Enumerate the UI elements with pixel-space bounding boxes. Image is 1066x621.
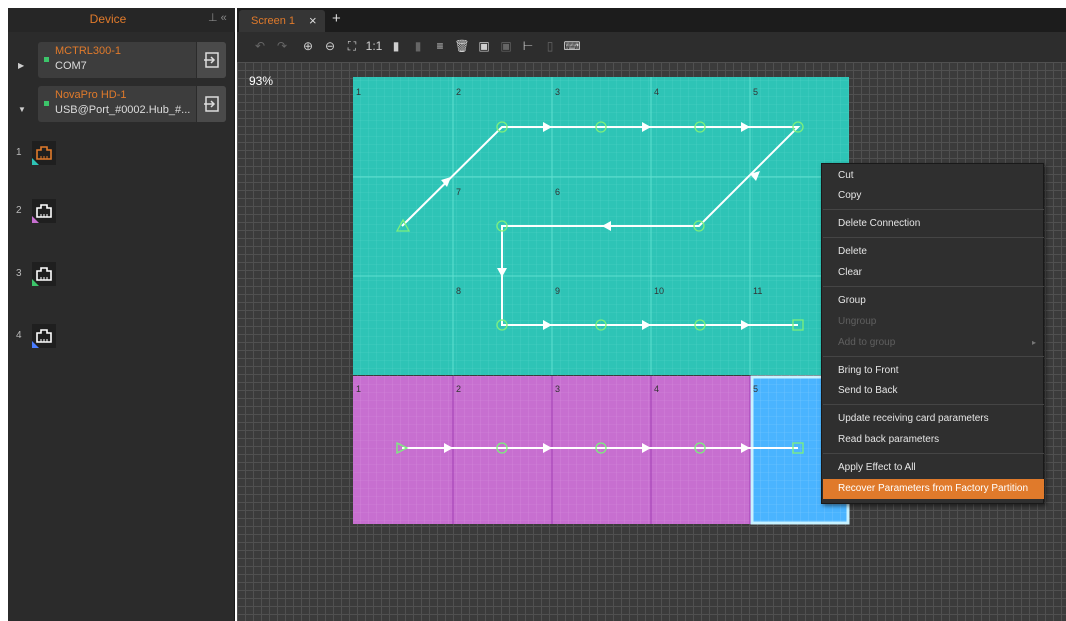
menu-item-delete-connection[interactable]: Delete Connection — [823, 214, 1044, 234]
menu-item-add-to-group[interactable]: Add to group — [823, 333, 1044, 353]
menu-item-apply-effect-to-all[interactable]: Apply Effect to All — [823, 458, 1044, 478]
cabinet-number: 2 — [456, 87, 461, 97]
menu-separator — [823, 237, 1044, 238]
menu-item-read-back[interactable]: Read back parameters — [823, 430, 1044, 450]
cabinet-number: 2 — [456, 384, 461, 394]
cabinet-number: 1 — [356, 87, 361, 97]
app-root: Device ⊥ « ▶ MCTRL300-1 COM7 ▼ NovaPro H… — [0, 0, 1066, 621]
cabinet-number: 4 — [654, 384, 659, 394]
cabinet-number: 3 — [555, 87, 560, 97]
menu-item-bring-to-front[interactable]: Bring to Front — [823, 361, 1044, 381]
menu-separator — [823, 286, 1044, 287]
menu-item-cut[interactable]: Cut — [823, 166, 1044, 186]
cabinet-number: 8 — [456, 286, 461, 296]
cabinet-number: 11 — [753, 286, 762, 296]
cabinet-number: 7 — [456, 187, 461, 197]
menu-separator — [823, 356, 1044, 357]
menu-separator — [823, 404, 1044, 405]
menu-separator — [823, 453, 1044, 454]
menu-item-ungroup[interactable]: Ungroup — [823, 312, 1044, 332]
menu-separator — [823, 209, 1044, 210]
menu-item-send-to-back[interactable]: Send to Back — [823, 381, 1044, 401]
cabinet-number: 6 — [555, 187, 560, 197]
cabinet-number: 4 — [654, 87, 659, 97]
menu-item-delete[interactable]: Delete — [823, 242, 1044, 262]
submenu-arrow-icon: ▸ — [1032, 338, 1037, 347]
cabinet-number: 10 — [654, 286, 664, 296]
menu-item-clear[interactable]: Clear — [823, 263, 1044, 283]
menu-item-group[interactable]: Group — [823, 291, 1044, 311]
menu-item-copy[interactable]: Copy — [823, 186, 1044, 206]
cabinet-number: 3 — [555, 384, 560, 394]
menu-item-update-receiving-card[interactable]: Update receiving card parameters — [823, 409, 1044, 429]
cabinet-number: 1 — [356, 384, 361, 394]
context-menu: Cut Copy Delete Connection Delete Clear … — [821, 163, 1044, 504]
cabinet-number: 5 — [753, 87, 758, 97]
cabinet-number: 5 — [753, 384, 758, 394]
menu-item-recover-parameters[interactable]: Recover Parameters from Factory Partitio… — [823, 479, 1044, 499]
cabinet-number: 9 — [555, 286, 560, 296]
